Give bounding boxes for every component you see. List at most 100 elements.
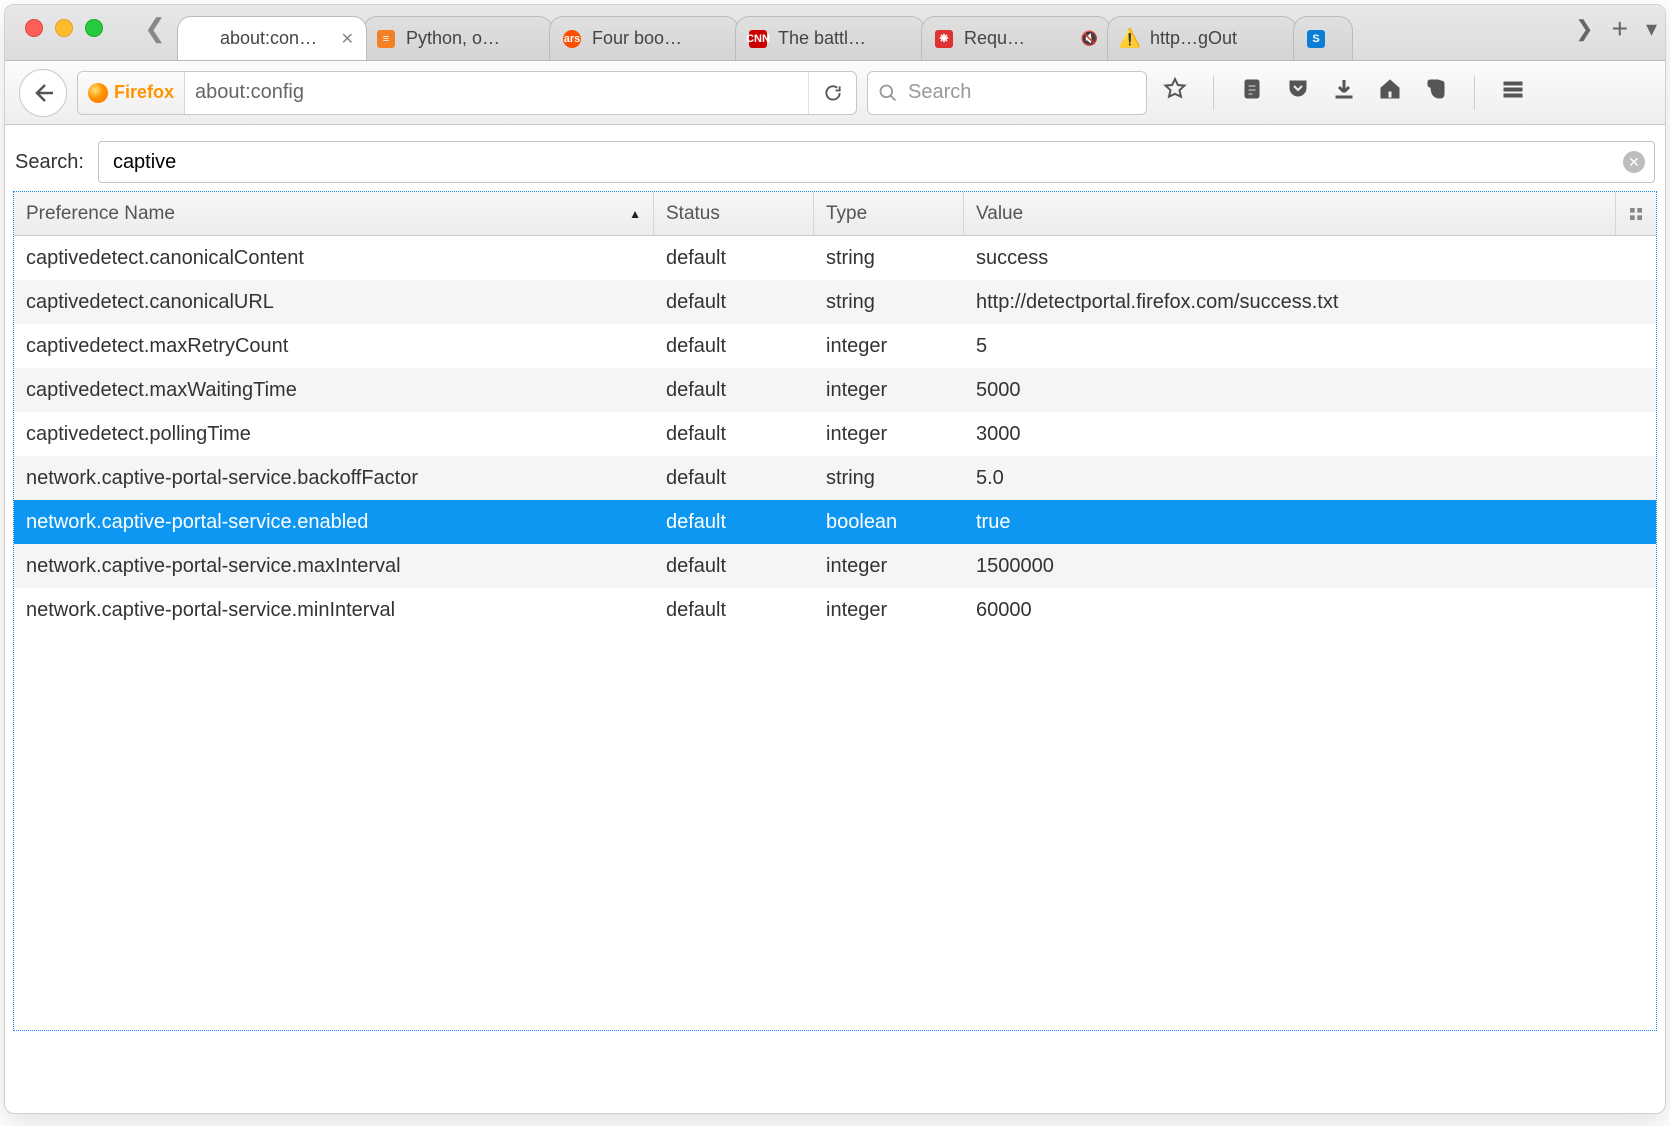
column-picker-icon <box>1628 206 1644 222</box>
search-placeholder: Search <box>908 81 971 104</box>
table-header: Preference Name ▲ Status Type Value <box>14 192 1656 236</box>
cell-pref-value: 3000 <box>964 415 1656 454</box>
url-bar[interactable]: Firefox about:config <box>77 71 857 115</box>
tab-strip: ❮ about:con…✕ ≡ Python, o… arsFour boo… CNN T… <box>5 5 1665 61</box>
close-icon: ✕ <box>1628 154 1640 171</box>
cell-pref-value: success <box>964 239 1656 278</box>
bookmark-star-button[interactable] <box>1163 77 1187 108</box>
column-header-status[interactable]: Status <box>654 192 814 235</box>
home-button[interactable] <box>1378 77 1402 108</box>
table-row[interactable]: captivedetect.pollingTimedefaultinteger3… <box>14 412 1656 456</box>
reading-list-button[interactable] <box>1240 77 1264 108</box>
downloads-button[interactable] <box>1332 77 1356 108</box>
cell-pref-status: default <box>654 547 814 586</box>
back-button[interactable] <box>19 69 67 117</box>
reload-button[interactable] <box>808 72 856 114</box>
tab-mute-icon[interactable]: 🔇 <box>1081 30 1098 47</box>
cell-pref-value: 5.0 <box>964 459 1656 498</box>
navigation-toolbar: Firefox about:config Search <box>5 61 1665 125</box>
separator <box>1213 76 1214 110</box>
tab-title: Four boo… <box>592 28 726 49</box>
clear-search-button[interactable]: ✕ <box>1623 151 1645 173</box>
column-header-type-label: Type <box>826 203 867 225</box>
cell-pref-name: captivedetect.pollingTime <box>14 415 654 454</box>
table-row[interactable]: network.captive-portal-service.maxInterv… <box>14 544 1656 588</box>
browser-tab[interactable]: about:con…✕ <box>177 16 367 60</box>
tab-close-button[interactable]: ✕ <box>341 29 354 49</box>
search-bar[interactable]: Search <box>867 71 1147 115</box>
tab-favicon: S <box>1306 29 1326 49</box>
table-row[interactable]: network.captive-portal-service.backoffFa… <box>14 456 1656 500</box>
tab-title: Python, o… <box>406 28 540 49</box>
cell-pref-name: captivedetect.maxWaitingTime <box>14 371 654 410</box>
cell-pref-value: 5 <box>964 327 1656 366</box>
cell-pref-name: network.captive-portal-service.backoffFa… <box>14 459 654 498</box>
identity-box[interactable]: Firefox <box>78 72 185 114</box>
column-picker-button[interactable] <box>1616 192 1656 235</box>
home-icon <box>1378 77 1402 101</box>
cell-pref-name: captivedetect.canonicalURL <box>14 283 654 322</box>
table-body: captivedetect.canonicalContentdefaultstr… <box>14 236 1656 632</box>
cell-pref-type: integer <box>814 371 964 410</box>
table-row[interactable]: network.captive-portal-service.enabledde… <box>14 500 1656 544</box>
table-row[interactable]: captivedetect.maxRetryCountdefaultintege… <box>14 324 1656 368</box>
table-row[interactable]: network.captive-portal-service.minInterv… <box>14 588 1656 632</box>
config-search-row: Search: ✕ <box>13 133 1657 191</box>
tab-scroll-left-button[interactable]: ❮ <box>133 13 177 44</box>
table-row[interactable]: captivedetect.canonicalURLdefaultstringh… <box>14 280 1656 324</box>
window-zoom-button[interactable] <box>85 19 103 37</box>
column-header-type[interactable]: Type <box>814 192 964 235</box>
browser-tab[interactable]: S <box>1293 16 1353 60</box>
identity-label: Firefox <box>114 82 174 103</box>
browser-tab[interactable]: ❋ Requ… 🔇 <box>921 16 1111 60</box>
cell-pref-name: captivedetect.maxRetryCount <box>14 327 654 366</box>
cell-pref-value: 5000 <box>964 371 1656 410</box>
column-header-value[interactable]: Value <box>964 192 1616 235</box>
cell-pref-status: default <box>654 327 814 366</box>
separator <box>1474 76 1475 110</box>
preferences-table: Preference Name ▲ Status Type Value capt… <box>13 191 1657 1031</box>
config-search-label: Search: <box>15 151 84 174</box>
table-row[interactable]: captivedetect.maxWaitingTimedefaultinteg… <box>14 368 1656 412</box>
cell-pref-type: integer <box>814 591 964 630</box>
evernote-icon <box>1424 77 1448 101</box>
browser-tab[interactable]: ≡ Python, o… <box>363 16 553 60</box>
sort-asc-icon: ▲ <box>629 207 641 221</box>
reload-icon <box>823 83 843 103</box>
browser-tab[interactable]: ⚠️http…gOut <box>1107 16 1297 60</box>
tab-favicon: ≡ <box>376 29 396 49</box>
column-header-name[interactable]: Preference Name ▲ <box>14 192 654 235</box>
cell-pref-status: default <box>654 371 814 410</box>
cell-pref-status: default <box>654 503 814 542</box>
chrome-top: ❮ about:con…✕ ≡ Python, o… arsFour boo… CNN T… <box>5 5 1665 61</box>
cell-pref-value: 60000 <box>964 591 1656 630</box>
config-search-input[interactable] <box>98 141 1655 183</box>
tab-favicon: CNN <box>748 29 768 49</box>
tab-favicon: ❋ <box>934 29 954 49</box>
cell-pref-status: default <box>654 459 814 498</box>
tab-title: The battl… <box>778 28 912 49</box>
window-controls <box>25 19 103 37</box>
back-arrow-icon <box>31 81 55 105</box>
window-close-button[interactable] <box>25 19 43 37</box>
all-tabs-button[interactable]: ▾ <box>1646 16 1657 42</box>
about-config-page: Search: ✕ Preference Name ▲ Status Type <box>5 125 1665 1039</box>
window-minimize-button[interactable] <box>55 19 73 37</box>
browser-tab[interactable]: CNN The battl… <box>735 16 925 60</box>
firefox-icon <box>88 83 108 103</box>
url-text[interactable]: about:config <box>185 81 808 104</box>
new-tab-button[interactable]: + <box>1612 13 1628 45</box>
app-menu-button[interactable] <box>1501 77 1525 108</box>
cell-pref-name: network.captive-portal-service.minInterv… <box>14 591 654 630</box>
evernote-button[interactable] <box>1424 77 1448 108</box>
pocket-button[interactable] <box>1286 77 1310 108</box>
cell-pref-status: default <box>654 283 814 322</box>
tab-title: Requ… <box>964 28 1071 49</box>
cell-pref-name: network.captive-portal-service.enabled <box>14 503 654 542</box>
browser-window: ❮ about:con…✕ ≡ Python, o… arsFour boo… CNN T… <box>4 4 1666 1114</box>
toolbar-actions <box>1163 76 1525 110</box>
table-row[interactable]: captivedetect.canonicalContentdefaultstr… <box>14 236 1656 280</box>
browser-tab[interactable]: arsFour boo… <box>549 16 739 60</box>
tab-scroll-right-button[interactable]: ❯ <box>1575 16 1593 42</box>
column-header-status-label: Status <box>666 203 720 225</box>
